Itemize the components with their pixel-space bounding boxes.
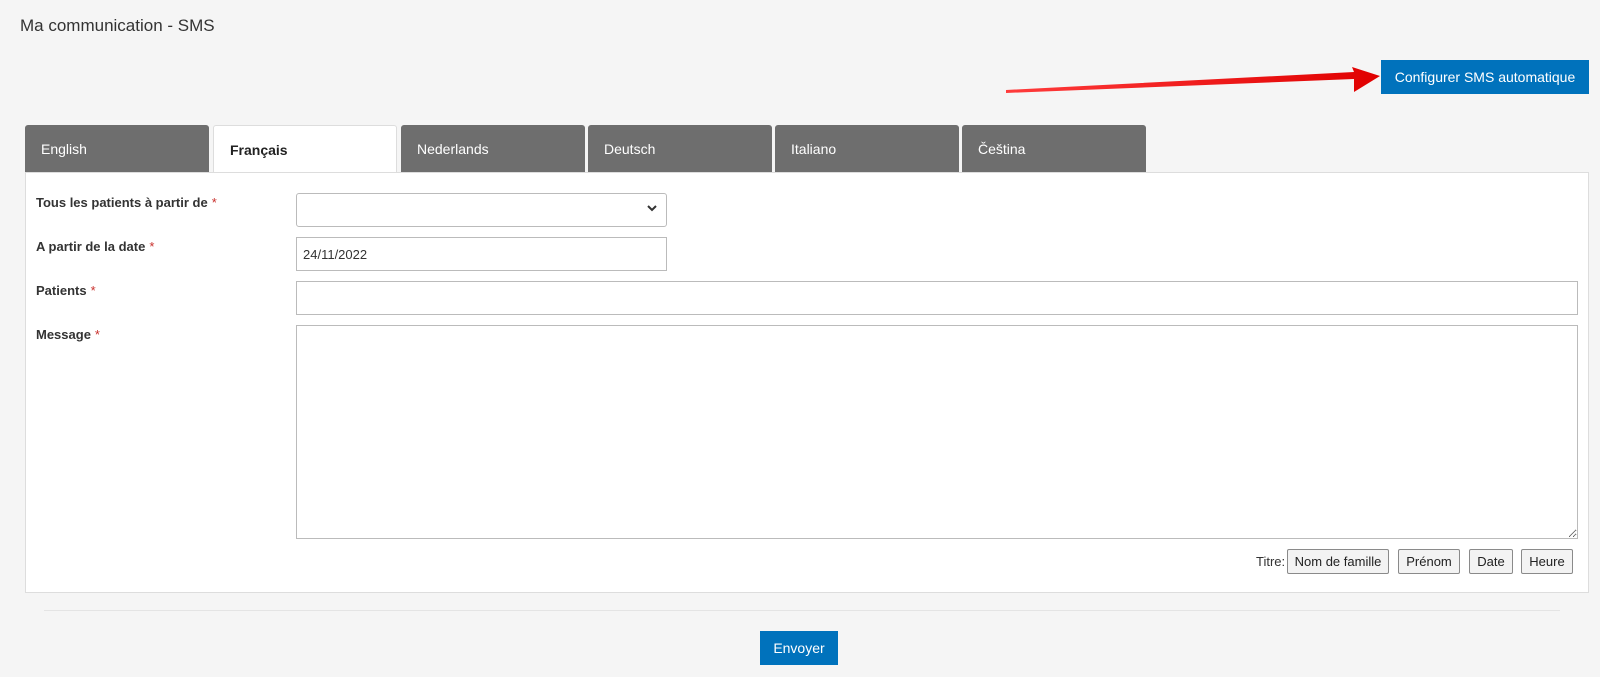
patients-label: Patients * bbox=[36, 283, 96, 298]
chevron-down-icon bbox=[647, 205, 657, 212]
insert-first-name-button[interactable]: Prénom bbox=[1398, 549, 1460, 574]
insert-time-button[interactable]: Heure bbox=[1521, 549, 1573, 574]
patients-label-text: Patients bbox=[36, 283, 87, 298]
tab-francais[interactable]: Français bbox=[213, 125, 397, 174]
from-patients-label: Tous les patients à partir de * bbox=[36, 195, 217, 210]
message-textarea[interactable] bbox=[296, 325, 1578, 539]
required-marker: * bbox=[149, 239, 155, 254]
tab-nederlands[interactable]: Nederlands bbox=[401, 125, 585, 173]
tab-english[interactable]: English bbox=[25, 125, 209, 173]
placeholder-title-label: Titre: bbox=[1256, 554, 1286, 569]
from-date-label: A partir de la date * bbox=[36, 239, 154, 254]
tab-deutsch[interactable]: Deutsch bbox=[588, 125, 772, 173]
patients-input[interactable] bbox=[296, 281, 1578, 315]
from-patients-select[interactable] bbox=[296, 193, 667, 227]
from-date-label-text: A partir de la date bbox=[36, 239, 146, 254]
message-label-text: Message bbox=[36, 327, 91, 342]
from-date-input[interactable] bbox=[296, 237, 667, 271]
required-marker: * bbox=[90, 283, 96, 298]
required-marker: * bbox=[94, 327, 100, 342]
page-title: Ma communication - SMS bbox=[20, 16, 215, 35]
insert-date-button[interactable]: Date bbox=[1469, 549, 1513, 574]
send-button[interactable]: Envoyer bbox=[760, 631, 838, 665]
from-patients-label-text: Tous les patients à partir de bbox=[36, 195, 208, 210]
divider bbox=[44, 610, 1560, 611]
message-label: Message * bbox=[36, 327, 100, 342]
tab-cestina[interactable]: Čeština bbox=[962, 125, 1146, 173]
required-marker: * bbox=[211, 195, 217, 210]
configure-automatic-sms-button[interactable]: Configurer SMS automatique bbox=[1381, 60, 1589, 94]
insert-last-name-button[interactable]: Nom de famille bbox=[1287, 549, 1389, 574]
tab-italiano[interactable]: Italiano bbox=[775, 125, 959, 173]
